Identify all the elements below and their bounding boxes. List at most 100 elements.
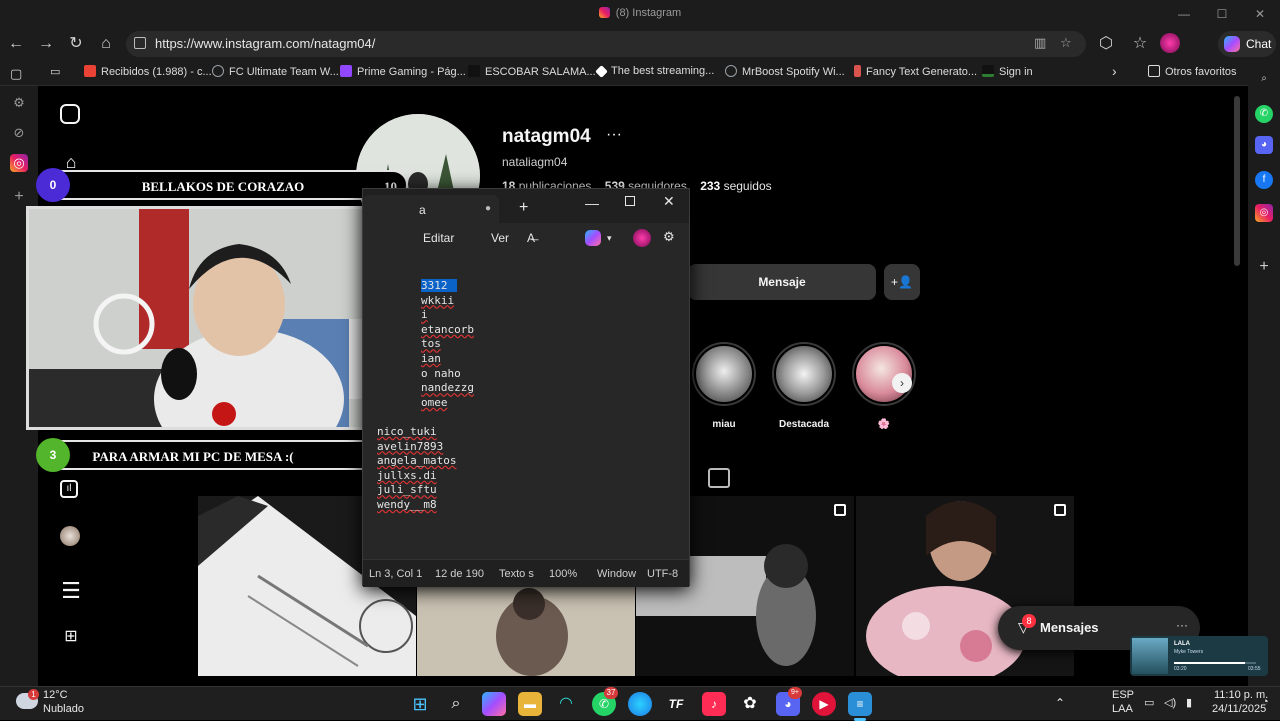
instagram-tab-icon[interactable]: ◎ — [10, 154, 28, 172]
extensions-icon[interactable]: ⬡ — [1094, 32, 1118, 56]
tiktok-icon[interactable]: ♪ — [702, 692, 726, 716]
dashboard-icon[interactable]: ıl — [60, 480, 78, 498]
edge-browser-icon[interactable]: ◠ — [554, 692, 578, 716]
bookmark-streaming[interactable]: The best streaming... — [595, 65, 714, 78]
progress-track[interactable] — [1174, 662, 1256, 664]
notifications-icon[interactable]: ◔ — [1262, 696, 1269, 708]
notepad-text[interactable]: 3312 wkkii i etancorb tos ian o naho nandezzg om… — [377, 279, 474, 513]
menu-editar[interactable]: Editar — [423, 231, 454, 245]
bookmark-fancy-text[interactable]: Fancy Text Generato... — [854, 65, 977, 78]
add-sidebar-app-icon[interactable]: + — [1255, 258, 1273, 276]
clock-date[interactable]: 24/11/2025 — [1212, 703, 1266, 715]
more-apps-grid-icon[interactable]: ⊞ — [60, 626, 82, 648]
reader-view-icon[interactable]: ▥ — [1034, 35, 1046, 51]
account-avatar[interactable] — [633, 229, 651, 247]
notepad-tab[interactable]: a ● — [363, 195, 499, 223]
other-favorites-folder[interactable]: Otros favoritos — [1148, 65, 1237, 78]
home-icon[interactable]: ⌂ — [94, 32, 118, 56]
message-button[interactable]: Mensaje — [688, 264, 876, 300]
refresh-icon[interactable]: ↻ — [64, 32, 88, 56]
bookmark-sign-in[interactable]: Sign in — [982, 65, 1033, 78]
copilot-icon[interactable] — [585, 230, 601, 246]
windows-taskbar: 1 12°C Nublado ⊞ ⌕ ▬ ◠ ✆ 37 TF ♪ ✿ ◕ 9+ … — [0, 686, 1280, 721]
new-tab-icon[interactable]: + — [519, 199, 528, 217]
menu-hamburger-icon[interactable]: ☰ — [60, 578, 82, 603]
edge-icon[interactable] — [628, 692, 652, 716]
search-icon[interactable]: ⌕ — [1255, 70, 1273, 88]
text-format-icon[interactable]: A̶ — [527, 231, 535, 245]
close-window-button[interactable]: ✕ — [1250, 4, 1270, 24]
copilot-dropdown-chevron-icon[interactable]: ▾ — [607, 233, 612, 244]
suggest-follow-button[interactable]: +👤 — [884, 264, 920, 300]
settings-icon[interactable]: ⚙ — [10, 94, 28, 112]
discord-icon[interactable]: ◕ — [1255, 136, 1273, 154]
bookmark-gmail[interactable]: Recibidos (1.988) - c... — [84, 65, 212, 78]
weather-temp[interactable]: 12°C — [43, 689, 68, 701]
cursor-position: Ln 3, Col 1 — [369, 568, 423, 580]
text-line: ian — [421, 351, 441, 365]
address-bar[interactable]: https://www.instagram.com/natagm04/ ▥ ☆ — [126, 31, 1086, 57]
np-minimize-button[interactable]: — — [585, 195, 599, 211]
instagram-icon[interactable]: ◎ — [1255, 204, 1273, 222]
facebook-icon[interactable]: f — [1255, 171, 1273, 189]
copilot-chat-button[interactable]: Chat — [1218, 31, 1276, 57]
chatgpt-icon[interactable]: ✿ — [738, 692, 762, 716]
copilot-icon[interactable] — [482, 692, 506, 716]
highlight-destacada[interactable] — [772, 342, 836, 406]
bookmark-escobar[interactable]: ESCOBAR SALAMA... — [468, 65, 596, 78]
bookmark-fc-ultimate[interactable]: FC Ultimate Team W... — [212, 65, 339, 78]
line-ending[interactable]: Window — [597, 568, 636, 580]
file-explorer-icon[interactable]: ▬ — [518, 692, 542, 716]
carousel-icon — [1054, 504, 1066, 516]
clock-time[interactable]: 11:10 p. m. — [1214, 689, 1268, 701]
media-player-icon[interactable]: ▶ — [812, 692, 836, 716]
messages-more-icon[interactable]: ··· — [1176, 618, 1188, 632]
forward-icon[interactable]: → — [34, 32, 58, 56]
np-close-button[interactable]: ✕ — [663, 193, 675, 210]
tagged-tab-icon[interactable] — [708, 468, 730, 488]
messages-label: Mensajes — [1040, 620, 1099, 635]
battery-icon[interactable]: ▮ — [1186, 696, 1192, 709]
bookmarks-overflow-chevron-icon[interactable]: › — [1112, 63, 1117, 79]
profile-options-icon[interactable]: ··· — [606, 126, 622, 144]
text-format[interactable]: Texto s — [499, 568, 534, 580]
bookmark-mrboost[interactable]: MrBoost Spotify Wi... — [725, 65, 845, 78]
time-elapsed: 03:20 — [1174, 666, 1187, 672]
menu-ver[interactable]: Ver — [491, 231, 509, 245]
bookmark-prime-gaming[interactable]: Prime Gaming - Pág... — [340, 65, 466, 78]
notepad-window[interactable]: a ● + — ✕ Editar Ver A̶ ▾ ⚙ 3312 wkkii i et… — [362, 188, 690, 587]
settings-gear-icon[interactable]: ⚙ — [663, 229, 675, 245]
tray-chevron-icon[interactable]: ⌃ — [1055, 696, 1065, 710]
highlight-miau[interactable] — [692, 342, 756, 406]
language-code[interactable]: ESP — [1112, 689, 1134, 701]
back-icon[interactable]: ← — [4, 32, 28, 56]
favorite-star-icon[interactable]: ☆ — [1060, 35, 1072, 51]
minimize-button[interactable]: — — [1174, 4, 1194, 24]
zoom-level[interactable]: 100% — [549, 568, 577, 580]
following-stat[interactable]: 233 seguidos — [700, 179, 771, 193]
reading-list-icon[interactable]: ▭ — [50, 65, 60, 78]
instagram-logo-icon[interactable] — [60, 104, 80, 124]
notepad-taskbar-icon[interactable]: ≡ — [848, 692, 872, 716]
search-icon[interactable]: ⌕ — [444, 692, 468, 716]
maximize-button[interactable]: ☐ — [1212, 4, 1232, 24]
highlights-next-chevron-icon[interactable]: › — [892, 373, 912, 393]
profile-nav-avatar[interactable] — [60, 526, 80, 546]
url-text[interactable]: https://www.instagram.com/natagm04/ — [155, 36, 375, 51]
language-layout[interactable]: LAA — [1112, 703, 1133, 715]
favorites-icon[interactable]: ☆ — [1128, 32, 1152, 56]
volume-icon[interactable]: ◁) — [1164, 696, 1176, 709]
mini-music-player[interactable]: LALA Myke Towers 03:20 03:55 — [1130, 636, 1268, 676]
weather-desc[interactable]: Nublado — [43, 703, 84, 715]
profile-avatar[interactable] — [1160, 33, 1180, 53]
page-scrollbar[interactable] — [1234, 96, 1240, 266]
np-maximize-button[interactable] — [625, 196, 635, 206]
start-windows-icon[interactable]: ⊞ — [408, 692, 432, 716]
tools-icon[interactable]: ⊘ — [10, 124, 28, 142]
tf-app-icon[interactable]: TF — [664, 692, 688, 716]
add-tab-icon[interactable]: + — [10, 188, 28, 206]
whatsapp-icon[interactable]: ✆ — [1255, 105, 1273, 123]
encoding[interactable]: UTF-8 — [647, 568, 678, 580]
network-icon[interactable]: ▭ — [1144, 696, 1154, 709]
tab-actions-icon[interactable]: ▢ — [10, 66, 22, 82]
